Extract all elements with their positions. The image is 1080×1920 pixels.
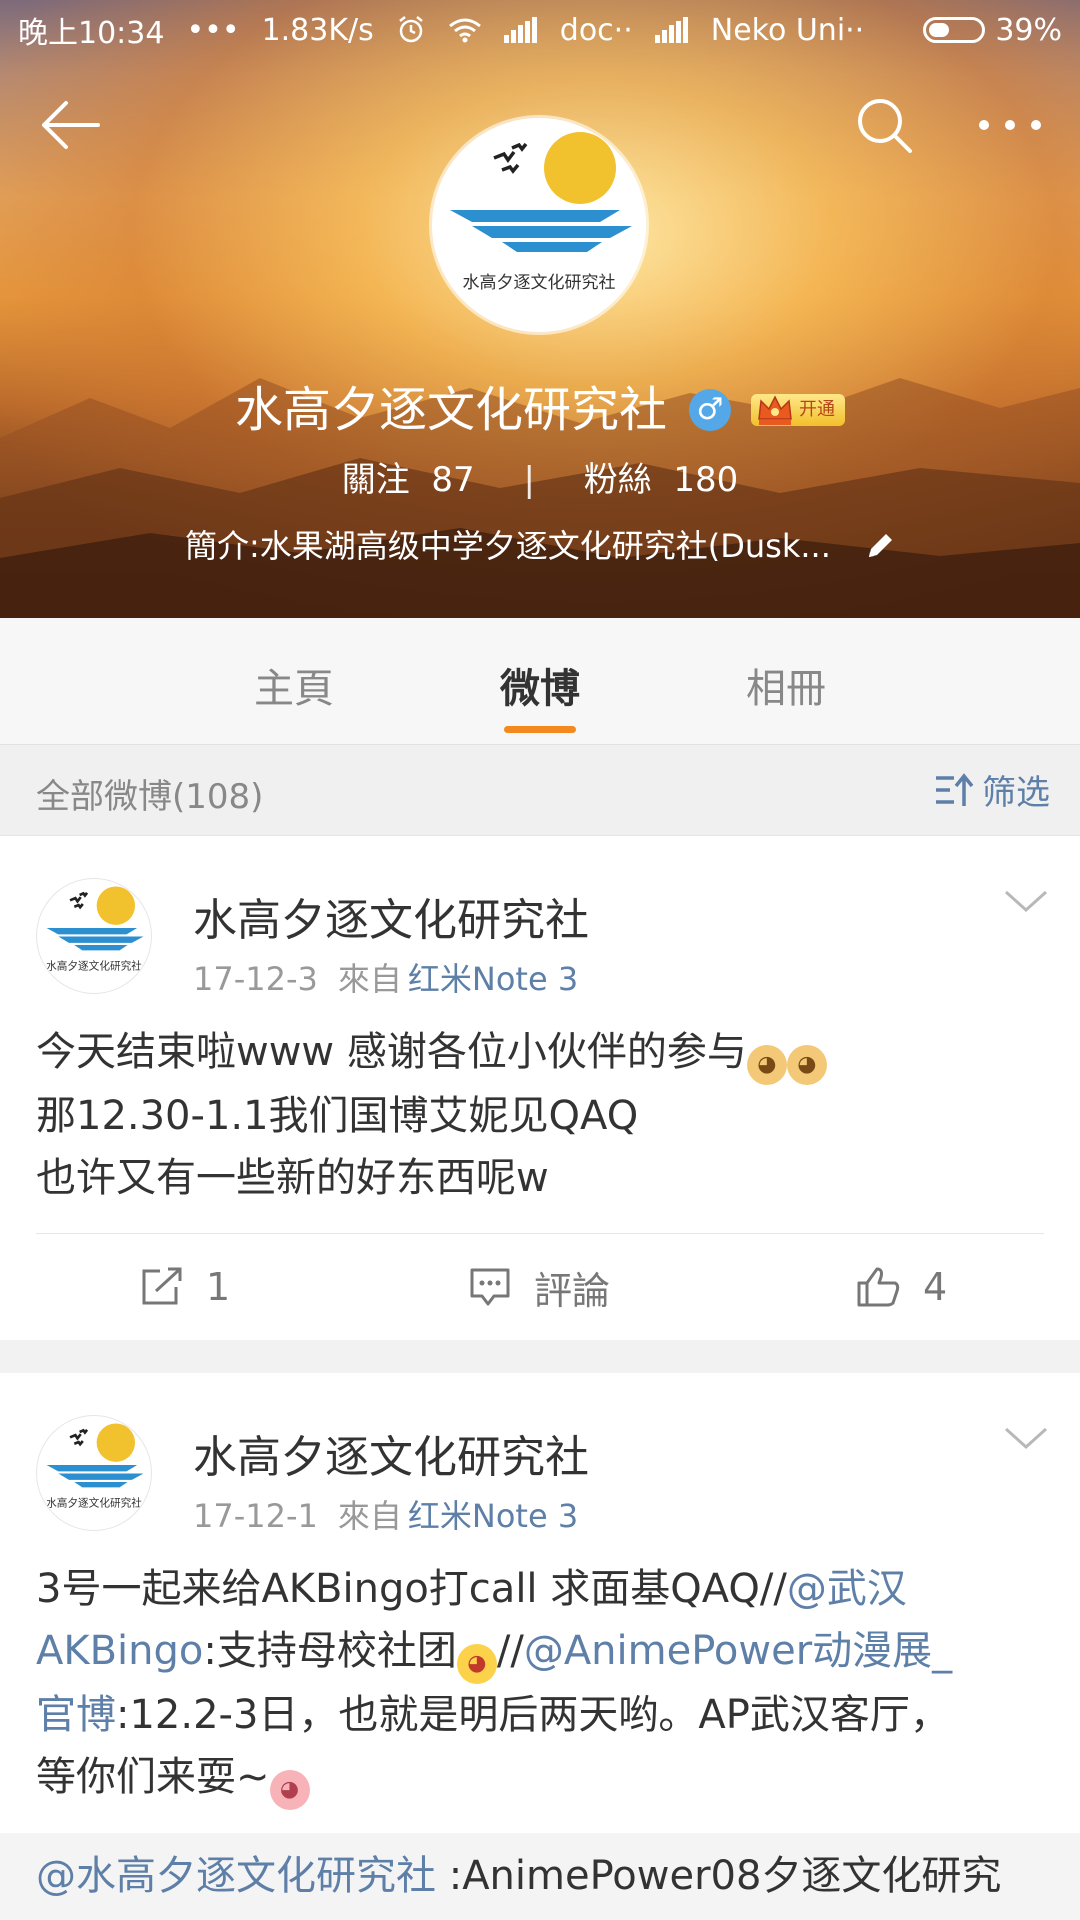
post-card[interactable]: 水高夕逐文化研究社 水高夕逐文化研究社 17-12-1 來自 红米Note 3 3号… <box>0 1373 1080 1920</box>
following-label: 關注 <box>341 460 410 500</box>
follow-stats: 關注 87 | 粉絲 180 <box>0 455 1080 505</box>
retweet-box[interactable]: @水高夕逐文化研究社 :AnimePower08夕逐文化研究 <box>0 1833 1080 1920</box>
pig-emoji-icon: ◕ <box>269 1770 310 1810</box>
post-device[interactable]: 红米Note 3 <box>408 960 578 998</box>
stats-separator: | <box>523 460 535 500</box>
post-line: 那12.30-1.1我们国博艾妮见QAQ <box>36 1093 639 1139</box>
vip-badge[interactable]: 开通 <box>751 394 845 426</box>
profile-avatar[interactable]: 水高夕逐文化研究社 <box>432 118 646 332</box>
tab-home[interactable]: 主頁 <box>194 656 394 714</box>
like-button[interactable]: 4 <box>855 1234 947 1340</box>
repost-count: 1 <box>206 1265 231 1309</box>
post-author[interactable]: 水高夕逐文化研究社 <box>193 884 589 948</box>
mention-link[interactable]: @AnimePower动漫展_ <box>524 1628 952 1674</box>
tab-album[interactable]: 相冊 <box>686 656 886 714</box>
fans-link[interactable]: 粉絲 180 <box>584 460 739 500</box>
carrier-1: doc·· <box>559 12 633 48</box>
filter-bar: 全部微博(108) 筛选 <box>0 745 1080 836</box>
mention-link[interactable]: 官博 <box>36 1692 116 1738</box>
post-line: 今天结束啦www 感谢各位小伙伴的参与 <box>36 1029 747 1075</box>
post-card[interactable]: 水高夕逐文化研究社 水高夕逐文化研究社 17-12-3 來自 红米Note 3 今天… <box>0 836 1080 1340</box>
post-date: 17-12-1 <box>193 1497 318 1535</box>
post-count: 全部微博(108) <box>36 777 264 817</box>
wifi-icon <box>448 16 482 44</box>
post-device[interactable]: 红米Note 3 <box>408 1497 578 1535</box>
filter-icon <box>936 772 974 806</box>
doge-emoji-icon: ◕ <box>786 1045 827 1085</box>
edit-pencil-icon[interactable] <box>865 524 895 557</box>
chevron-down-icon[interactable] <box>1002 1423 1050 1453</box>
post-text-segment: 3号一起来给AKBingo打call 求面基QAQ// <box>36 1566 787 1612</box>
post-text-segment: 等你们来耍~ <box>36 1754 270 1800</box>
post-line: 也许又有一些新的好东西呢w <box>36 1155 549 1201</box>
post-text: 今天结束啦www 感谢各位小伙伴的参与 ◕ ◕ 那12.30-1.1我们国博艾妮见Q… <box>36 1021 1044 1209</box>
following-count: 87 <box>431 460 475 500</box>
filter-label: 筛选 <box>982 773 1050 813</box>
profile-bio[interactable]: 簡介:水果湖高级中学夕逐文化研究社(Dusk... <box>0 520 1080 572</box>
post-text-segment: :12.2-3日，也就是明后两天哟。AP武汉客厅， <box>116 1692 950 1738</box>
avatar-logo-text: 水高夕逐文化研究社 <box>46 1497 142 1510</box>
signal-icon <box>654 17 689 43</box>
post-actions: 1 評論 4 <box>0 1234 1080 1340</box>
battery-percent: 39% <box>995 12 1062 48</box>
source-label: 來自 <box>337 960 402 998</box>
crown-icon <box>758 395 792 425</box>
notification-dots: ••• <box>186 12 240 48</box>
status-bar: 晚上10:34 ••• 1.83K/s doc·· Neko Uni·· 39% <box>0 0 1080 60</box>
profile-name: 水高夕逐文化研究社 <box>234 382 667 438</box>
mention-link[interactable]: AKBingo <box>36 1628 203 1674</box>
repost-icon <box>142 1267 182 1305</box>
gender-male-icon: ♂ <box>689 389 731 431</box>
post-text: 3号一起来给AKBingo打call 求面基QAQ//@武汉 AKBingo:支… <box>36 1558 1044 1810</box>
chevron-down-icon[interactable] <box>1002 886 1050 916</box>
retweet-mention[interactable]: @水高夕逐文化研究社 <box>36 1853 436 1899</box>
post-meta: 17-12-3 來自 红米Note 3 <box>193 954 578 1000</box>
profile-tabs: 主頁 微博 相冊 <box>0 618 1080 745</box>
post-date: 17-12-3 <box>193 960 318 998</box>
profile-header: 晚上10:34 ••• 1.83K/s doc·· Neko Uni·· 39% <box>0 0 1080 618</box>
fans-label: 粉絲 <box>583 460 652 500</box>
alarm-icon <box>396 15 426 45</box>
post-avatar[interactable]: 水高夕逐文化研究社 <box>36 1415 152 1531</box>
repost-button[interactable]: 1 <box>140 1234 230 1340</box>
post-text-segment: :支持母校社团 <box>203 1628 457 1674</box>
comment-button[interactable]: 評論 <box>468 1234 610 1340</box>
carrier-2: Neko Uni·· <box>710 12 865 48</box>
network-speed: 1.83K/s <box>261 12 374 48</box>
thumbs-up-icon <box>857 1267 900 1307</box>
back-arrow-icon[interactable] <box>36 95 106 155</box>
battery-icon <box>923 17 986 43</box>
like-count: 4 <box>923 1265 948 1309</box>
mention-link[interactable]: @武汉 <box>787 1566 907 1612</box>
comment-label: 評論 <box>534 1268 611 1313</box>
filter-button[interactable]: 筛选 <box>934 765 1050 814</box>
active-tab-indicator <box>504 726 576 733</box>
search-icon[interactable] <box>850 95 920 155</box>
post-text-segment: // <box>496 1628 524 1674</box>
comment-icon <box>470 1268 510 1306</box>
more-options-icon[interactable] <box>970 95 1050 155</box>
vip-label: 开通 <box>799 399 835 420</box>
fans-count: 180 <box>673 460 739 500</box>
retweet-text: :AnimePower08夕逐文化研究 <box>436 1853 1002 1899</box>
avatar-logo-text: 水高夕逐文化研究社 <box>463 273 616 293</box>
signal-icon <box>503 17 538 43</box>
source-label: 來自 <box>337 1497 402 1535</box>
profile-name-row: 水高夕逐文化研究社 ♂ 开通 <box>0 380 1080 440</box>
post-avatar[interactable]: 水高夕逐文化研究社 <box>36 878 152 994</box>
clock: 晚上10:34 <box>18 16 165 51</box>
post-author[interactable]: 水高夕逐文化研究社 <box>193 1421 589 1485</box>
avatar-logo-text: 水高夕逐文化研究社 <box>46 960 142 973</box>
doge-emoji-icon: ◕ <box>746 1045 787 1085</box>
following-link[interactable]: 關注 87 <box>342 460 475 500</box>
bio-text: 簡介:水果湖高级中学夕逐文化研究社(Dusk... <box>184 527 831 565</box>
post-meta: 17-12-1 來自 红米Note 3 <box>193 1491 578 1537</box>
tongue-face-emoji-icon: ◕ <box>456 1644 497 1684</box>
tab-weibo[interactable]: 微博 <box>440 656 640 714</box>
